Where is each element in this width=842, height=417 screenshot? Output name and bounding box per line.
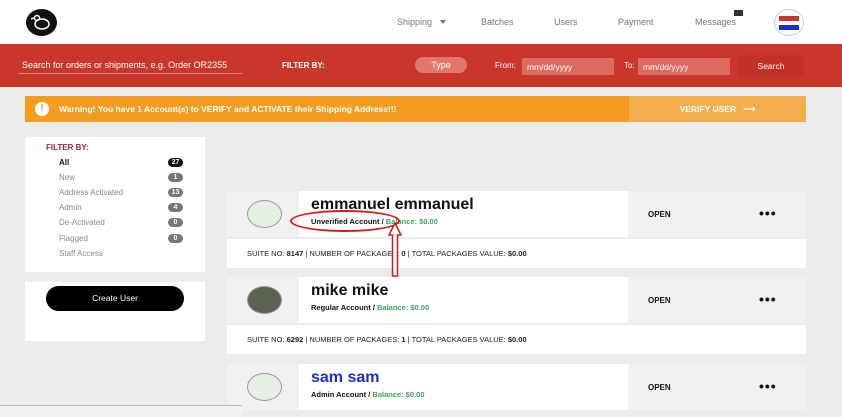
sidebar-item-address-activated[interactable]: Address Activated bbox=[59, 188, 123, 197]
user-card-header: mike mike Regular Account / Balance: $0.… bbox=[227, 277, 806, 323]
bird-logo-icon[interactable] bbox=[26, 9, 57, 36]
user-card-details: SUITE NO: 6292 | NUMBER OF PACKAGES: 1 |… bbox=[227, 325, 806, 354]
sidebar-title: FILTER BY: bbox=[46, 143, 89, 152]
profile-logo-icon[interactable] bbox=[774, 9, 804, 36]
search-input[interactable] bbox=[18, 56, 242, 74]
filter-by-label: FILTER BY: bbox=[282, 61, 325, 70]
card-info: SUITE NO: 6292 | NUMBER OF PACKAGES: 1 |… bbox=[247, 335, 527, 344]
suite-number: 8147 bbox=[286, 249, 304, 258]
type-select[interactable]: Type bbox=[415, 57, 467, 73]
from-date-input[interactable] bbox=[522, 58, 614, 75]
count-badge: 13 bbox=[168, 188, 183, 197]
sidebar-item-all[interactable]: All bbox=[59, 158, 69, 167]
sidebar-divider bbox=[25, 272, 205, 282]
nav-shipping[interactable]: Shipping bbox=[397, 17, 432, 27]
value-label: | TOTAL PACKAGES VALUE: bbox=[407, 335, 506, 344]
filter-bar: FILTER BY: Type From: To: Search bbox=[0, 44, 842, 87]
packages-count: 1 bbox=[401, 335, 406, 344]
user-card-header: sam sam Admin Account / Balance: $0.00 O… bbox=[227, 364, 806, 410]
exclamation-icon: ! bbox=[35, 102, 49, 116]
sidebar-item-admin[interactable]: Admin bbox=[59, 203, 82, 212]
nav-messages[interactable]: Messages bbox=[695, 17, 736, 27]
avatar-container bbox=[227, 364, 299, 410]
annotation-arrow-icon bbox=[388, 222, 402, 277]
account-line: Regular Account / Balance: $0.00 bbox=[311, 303, 429, 312]
create-user-button[interactable]: Create User bbox=[46, 286, 184, 311]
verify-user-button[interactable]: VERIFY USER ⟶ bbox=[629, 96, 806, 122]
chevron-down-icon[interactable] bbox=[440, 20, 446, 24]
packages-label: | NUMBER OF PACKAGES: bbox=[305, 249, 400, 258]
nav-payment[interactable]: Payment bbox=[618, 17, 654, 27]
packages-count: 0 bbox=[401, 249, 406, 258]
filter-sidebar: FILTER BY: All 27 New 1 Address Activate… bbox=[25, 137, 205, 341]
warning-text: Warning! You have 1 Account(s) to VERIFY… bbox=[59, 104, 397, 114]
avatar[interactable] bbox=[247, 286, 282, 314]
to-date-input[interactable] bbox=[638, 58, 730, 75]
status-container: OPEN ••• bbox=[628, 277, 806, 323]
account-type: Admin Account / bbox=[311, 390, 371, 399]
balance: Balance: $0.00 bbox=[372, 390, 425, 399]
avatar-container bbox=[227, 277, 299, 323]
balance: Balance: $0.00 bbox=[377, 303, 430, 312]
status-label: OPEN bbox=[648, 383, 671, 392]
envelope-icon[interactable] bbox=[734, 10, 743, 16]
user-name[interactable]: mike mike bbox=[311, 282, 388, 300]
packages-value: $0.00 bbox=[507, 335, 527, 344]
more-options-icon[interactable]: ••• bbox=[759, 291, 777, 307]
count-badge: 0 bbox=[168, 234, 183, 243]
sidebar-item-de-activated[interactable]: De-Activated bbox=[59, 218, 105, 227]
arrow-right-icon: ⟶ bbox=[738, 104, 756, 114]
user-name[interactable]: sam sam bbox=[311, 369, 380, 387]
account-line: Admin Account / Balance: $0.00 bbox=[311, 390, 425, 399]
suite-number: 6292 bbox=[286, 335, 304, 344]
verify-user-label: VERIFY USER bbox=[679, 104, 737, 114]
count-badge: 0 bbox=[168, 218, 183, 227]
sidebar-item-new[interactable]: New bbox=[59, 173, 75, 182]
packages-label: | NUMBER OF PACKAGES: bbox=[305, 335, 400, 344]
card-info: SUITE NO: 8147 | NUMBER OF PACKAGES: 0 |… bbox=[247, 249, 527, 258]
suite-label: SUITE NO: bbox=[247, 249, 285, 258]
status-container: OPEN ••• bbox=[628, 191, 806, 237]
sidebar-item-staff-access[interactable]: Staff Access bbox=[59, 249, 103, 258]
suite-label: SUITE NO: bbox=[247, 335, 285, 344]
value-label: | TOTAL PACKAGES VALUE: bbox=[407, 249, 506, 258]
more-options-icon[interactable]: ••• bbox=[759, 378, 777, 394]
from-label: From: bbox=[495, 61, 516, 70]
sidebar-item-flagged[interactable]: Flagged bbox=[59, 234, 88, 243]
annotation-ellipse bbox=[290, 210, 400, 232]
nav-users[interactable]: Users bbox=[554, 17, 578, 27]
avatar[interactable] bbox=[247, 373, 282, 401]
user-card-details: SUITE NO: 8147 | NUMBER OF PACKAGES: 0 |… bbox=[227, 239, 806, 268]
status-label: OPEN bbox=[648, 296, 671, 305]
packages-value: $0.00 bbox=[507, 249, 527, 258]
more-options-icon[interactable]: ••• bbox=[759, 205, 777, 221]
avatar-container bbox=[227, 191, 299, 237]
search-button[interactable]: Search bbox=[738, 55, 804, 77]
horizontal-scrollbar[interactable] bbox=[0, 405, 242, 417]
nav-batches[interactable]: Batches bbox=[481, 17, 514, 27]
status-container: OPEN ••• bbox=[628, 364, 806, 410]
count-badge: 27 bbox=[168, 158, 183, 167]
warning-banner: ! Warning! You have 1 Account(s) to VERI… bbox=[25, 96, 806, 122]
status-label: OPEN bbox=[648, 210, 671, 219]
to-label: To: bbox=[624, 61, 635, 70]
count-badge: 4 bbox=[168, 203, 183, 212]
count-badge: 1 bbox=[168, 173, 183, 182]
account-type: Regular Account / bbox=[311, 303, 375, 312]
avatar[interactable] bbox=[247, 200, 282, 228]
top-navigation: Shipping Batches Users Payment Messages bbox=[0, 0, 842, 44]
